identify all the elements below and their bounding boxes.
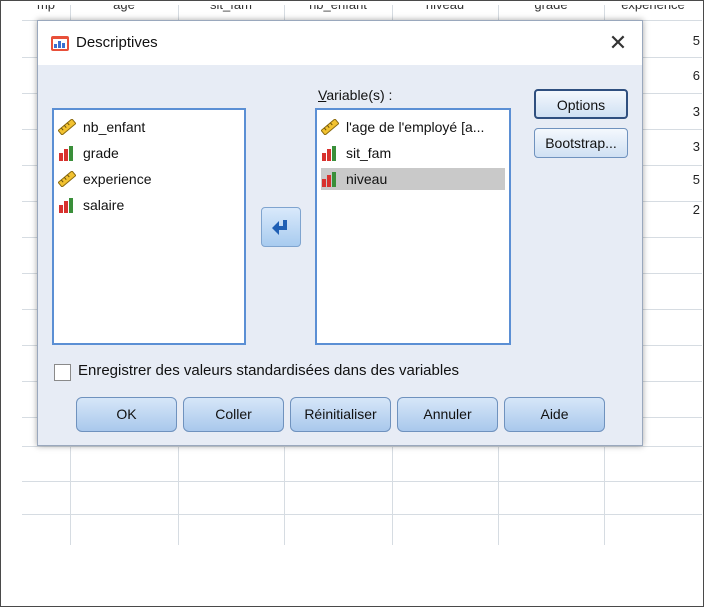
list-item-label: niveau bbox=[346, 171, 388, 187]
list-item[interactable]: nb_enfant bbox=[58, 116, 238, 138]
list-item-label: experience bbox=[83, 171, 152, 187]
bar-chart-icon bbox=[322, 146, 336, 161]
ruler-icon bbox=[58, 119, 76, 135]
ruler-icon bbox=[58, 171, 76, 187]
variables-label: Variable(s) : bbox=[318, 87, 393, 103]
spss-descriptives-icon bbox=[51, 36, 69, 51]
list-item[interactable]: experience bbox=[58, 168, 238, 190]
move-variable-button[interactable] bbox=[261, 207, 301, 247]
cancel-button[interactable]: Annuler bbox=[397, 397, 498, 432]
cell-value[interactable]: 3 bbox=[693, 104, 700, 119]
list-item[interactable]: l'age de l'employé [a... bbox=[321, 116, 505, 138]
reset-button[interactable]: Réinitialiser bbox=[290, 397, 391, 432]
cell-value[interactable]: 6 bbox=[693, 68, 700, 83]
bootstrap-button[interactable]: Bootstrap... bbox=[534, 128, 628, 158]
list-item-label: nb_enfant bbox=[83, 119, 146, 135]
list-item-label: salaire bbox=[83, 197, 125, 213]
list-item[interactable]: sit_fam bbox=[321, 142, 505, 164]
ok-button[interactable]: OK bbox=[76, 397, 177, 432]
list-item-label: l'age de l'employé [a... bbox=[346, 119, 485, 135]
cell-value[interactable]: 5 bbox=[693, 172, 700, 187]
selected-variable-list[interactable]: l'age de l'employé [a... sit_fam niveau bbox=[315, 108, 511, 345]
dialog-title: Descriptives bbox=[76, 34, 158, 51]
paste-button[interactable]: Coller bbox=[183, 397, 284, 432]
descriptives-dialog: Descriptives ✕ nb_enfant grade experienc… bbox=[37, 20, 643, 446]
ruler-icon bbox=[321, 119, 339, 135]
source-variable-list[interactable]: nb_enfant grade experience salaire bbox=[52, 108, 246, 345]
arrow-left-icon bbox=[272, 220, 287, 235]
close-button[interactable]: ✕ bbox=[604, 29, 632, 57]
variables-label-text: ariable(s) : bbox=[326, 87, 393, 103]
list-item-selected[interactable]: niveau bbox=[321, 168, 505, 190]
dialog-titlebar[interactable]: Descriptives ✕ bbox=[38, 21, 642, 65]
list-item[interactable]: grade bbox=[58, 142, 238, 164]
list-item-label: sit_fam bbox=[346, 145, 392, 161]
list-item[interactable]: salaire bbox=[58, 194, 238, 216]
cell-value[interactable]: 3 bbox=[693, 139, 700, 154]
bar-chart-icon bbox=[59, 198, 73, 213]
cell-value[interactable]: 5 bbox=[693, 33, 700, 48]
bar-chart-icon bbox=[59, 146, 73, 161]
help-button[interactable]: Aide bbox=[504, 397, 605, 432]
bar-chart-icon bbox=[322, 172, 336, 187]
save-standardized-checkbox[interactable] bbox=[54, 364, 71, 381]
save-standardized-label[interactable]: Enregistrer des valeurs standardisées da… bbox=[78, 362, 459, 379]
list-item-label: grade bbox=[83, 145, 119, 161]
options-button[interactable]: Options bbox=[534, 89, 628, 119]
cell-value[interactable]: 2 bbox=[693, 202, 700, 217]
